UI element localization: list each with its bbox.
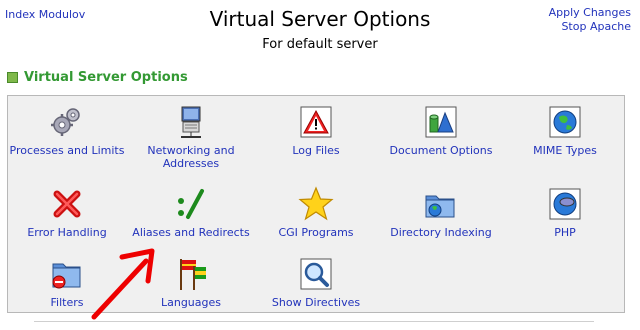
option-mime-types[interactable]: MIME Types: [502, 104, 628, 157]
option-label: Aliases and Redirects: [132, 226, 250, 239]
section-title: Virtual Server Options: [24, 70, 188, 85]
folder-globe-icon: [425, 195, 455, 218]
flags-icon: [180, 259, 206, 290]
section-header[interactable]: Virtual Server Options: [7, 70, 188, 85]
page-title: Virtual Server Options: [209, 7, 431, 31]
option-error-handling[interactable]: Error Handling: [4, 186, 130, 239]
option-processes-and-limits[interactable]: Processes and Limits: [4, 104, 130, 157]
collapse-square-icon[interactable]: [7, 72, 18, 83]
option-label: Networking and Addresses: [147, 144, 235, 170]
option-document-options[interactable]: Document Options: [378, 104, 504, 157]
option-label: Filters: [50, 296, 84, 309]
php-globe-icon: [549, 188, 581, 220]
option-label: Processes and Limits: [9, 144, 125, 157]
option-label: Directory Indexing: [390, 226, 492, 239]
mime-globe-icon: [549, 106, 581, 138]
option-label: Document Options: [389, 144, 493, 157]
option-label: CGI Programs: [278, 226, 354, 239]
options-panel: Processes and Limits Networking and Addr…: [7, 95, 625, 313]
option-label: PHP: [554, 226, 576, 239]
option-php[interactable]: PHP: [502, 186, 628, 239]
gears-icon: [51, 108, 80, 136]
warning-icon: [300, 106, 332, 138]
option-directory-indexing[interactable]: Directory Indexing: [378, 186, 504, 239]
option-label: Show Directives: [271, 296, 361, 309]
option-filters[interactable]: Filters: [4, 256, 130, 309]
option-languages[interactable]: Languages: [128, 256, 254, 309]
page-subtitle: For default server: [262, 37, 378, 52]
option-show-directives[interactable]: Show Directives: [253, 256, 379, 309]
top-right-links: Apply Changes Stop Apache: [549, 6, 631, 34]
option-networking-and-addresses[interactable]: Networking and Addresses: [128, 104, 254, 170]
option-aliases-and-redirects[interactable]: Aliases and Redirects: [128, 186, 254, 239]
filter-folder-icon: [52, 263, 81, 289]
alias-slash-icon: [178, 189, 204, 219]
red-x-icon: [53, 190, 81, 218]
apply-changes-link[interactable]: Apply Changes: [549, 6, 631, 19]
network-computer-icon: [181, 106, 201, 138]
bottom-divider: [34, 321, 594, 322]
option-label: Error Handling: [27, 226, 107, 239]
document-options-icon: [425, 106, 457, 138]
option-label: Log Files: [292, 144, 340, 157]
magnifier-icon: [300, 258, 332, 290]
option-cgi-programs[interactable]: CGI Programs: [253, 186, 379, 239]
option-log-files[interactable]: Log Files: [253, 104, 379, 157]
option-label: Languages: [160, 296, 222, 309]
option-label: MIME Types: [533, 144, 597, 157]
star-icon: [298, 186, 334, 221]
stop-apache-link[interactable]: Stop Apache: [561, 20, 631, 33]
